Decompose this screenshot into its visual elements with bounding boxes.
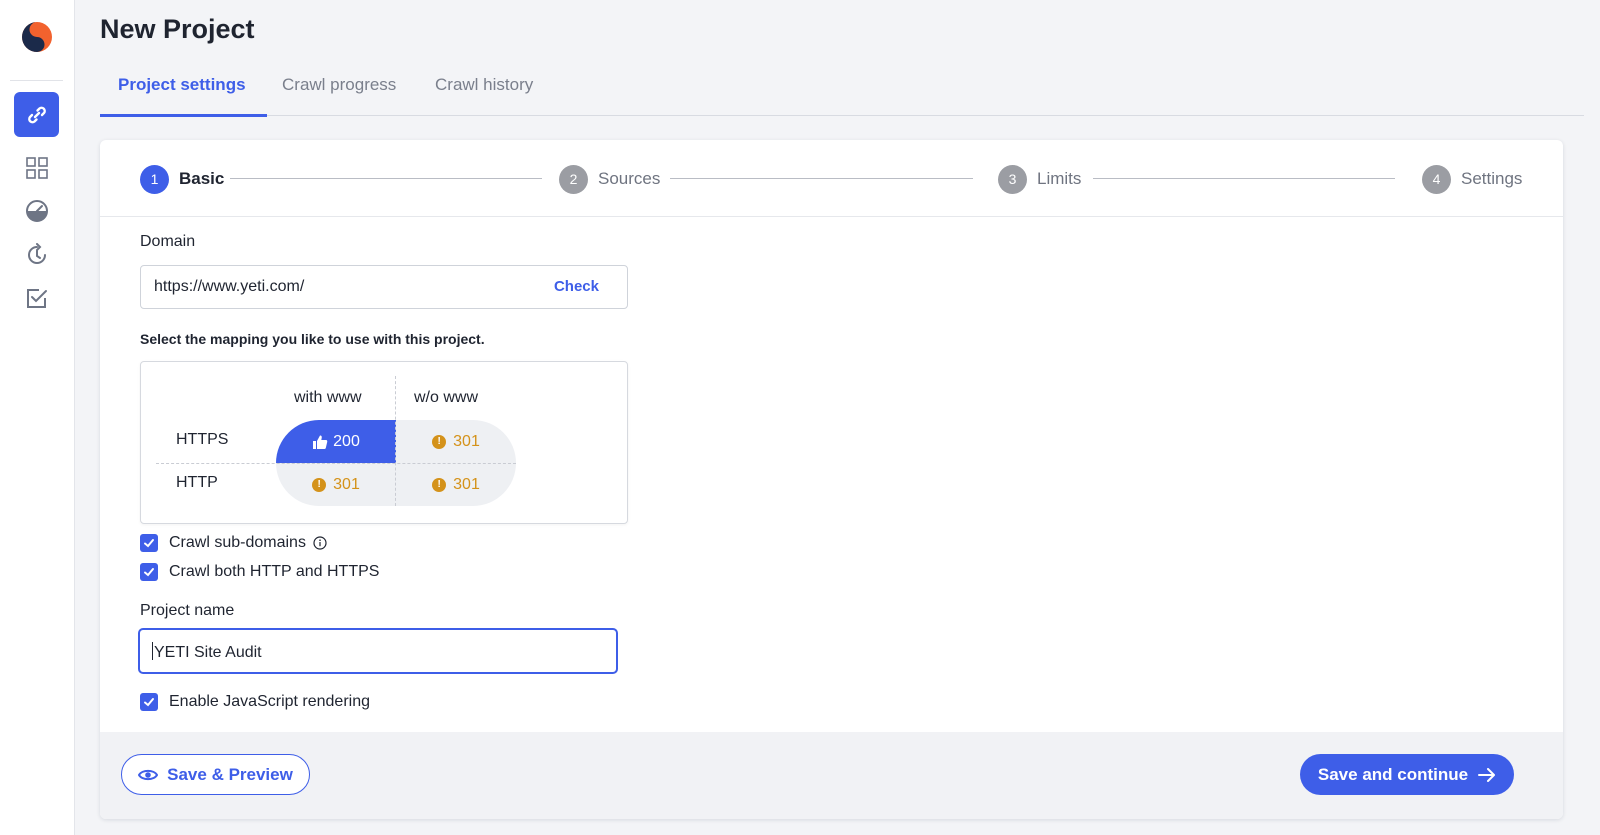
history-icon [27,242,46,264]
warning-icon: ! [312,477,327,492]
thumbs-up-icon [313,435,328,449]
step-limits[interactable]: 3 Limits [998,164,1081,194]
active-tab-indicator [100,114,267,117]
sidebar-item-tasks[interactable] [14,275,59,320]
stepper: 1 Basic 2 Sources 3 Limits 4 Settings [100,140,1563,217]
link-icon [27,106,46,123]
step-label: Settings [1461,169,1523,188]
crawl-both-checkbox[interactable] [140,563,158,581]
checkmark-icon [144,698,154,707]
text-caret [152,642,153,660]
js-rendering-checkbox[interactable] [140,693,158,711]
domain-input[interactable]: https://www.yeti.com/ Check [140,265,628,309]
status-code: 200 [333,432,360,450]
crawl-subdomains-checkbox[interactable] [140,534,158,552]
column-divider [395,376,396,506]
checkmark-icon [144,568,154,577]
sidebar-item-performance[interactable] [14,188,59,233]
tab-bar: Project settings Crawl progress Crawl hi… [100,60,1584,117]
info-icon[interactable] [313,536,327,550]
sidebar-item-projects[interactable] [14,92,59,137]
project-settings-card: 1 Basic 2 Sources 3 Limits 4 Settings Do… [100,140,1563,819]
warning-icon: ! [432,477,447,492]
sidebar-item-history[interactable] [14,232,59,277]
mapping-option-http-www[interactable]: ! 301 [276,463,396,506]
card-footer: Save & Preview Save and continue [100,732,1563,819]
eye-icon [138,769,159,780]
page-title: New Project [100,14,255,44]
step-connector [1093,178,1395,179]
step-label: Basic [179,169,225,188]
step-connector [230,178,542,179]
crawl-both-label: Crawl both HTTP and HTTPS [169,563,380,580]
project-name-value: YETI Site Audit [152,642,262,662]
tab-project-settings[interactable]: Project settings [118,75,246,95]
status-code: 301 [453,432,480,450]
mapping-option-https-www[interactable]: 200 [276,420,396,463]
status-code: 301 [453,475,480,493]
js-rendering-label: Enable JavaScript rendering [169,693,371,710]
step-label: Limits [1037,169,1082,188]
step-sources[interactable]: 2 Sources [559,164,660,194]
crawl-subdomains-label: Crawl sub-domains [169,534,306,551]
project-name-input[interactable]: YETI Site Audit [138,628,618,674]
domain-value: https://www.yeti.com/ [154,278,305,295]
check-domain-button[interactable]: Check [554,278,599,295]
save-continue-button[interactable]: Save and continue [1300,754,1514,795]
crawl-both-option[interactable]: Crawl both HTTP and HTTPS [140,562,379,582]
step-basic[interactable]: 1 Basic [140,164,224,194]
step-settings[interactable]: 4 Settings [1422,164,1522,194]
arrow-right-icon [1478,767,1496,782]
save-preview-label: Save & Preview [167,764,293,784]
app-logo-icon[interactable] [20,20,54,54]
row-label-https: HTTPS [176,431,229,448]
project-name-label: Project name [140,602,235,619]
mapping-option-http-no-www[interactable]: ! 301 [396,463,516,506]
mapping-option-https-no-www[interactable]: ! 301 [396,420,516,463]
sidebar-item-dashboard[interactable] [14,145,59,190]
checkmark-icon [144,539,154,548]
step-label: Sources [598,169,661,188]
grid-icon [25,156,48,179]
column-header-with-www: with www [294,389,362,406]
tab-crawl-history[interactable]: Crawl history [435,75,533,95]
sidebar [0,0,75,835]
checkbox-icon [26,288,47,308]
tab-crawl-progress[interactable]: Crawl progress [282,75,396,95]
step-number: 3 [998,164,1027,194]
gauge-icon [25,199,48,222]
crawl-subdomains-option[interactable]: Crawl sub-domains [140,533,327,553]
step-number: 2 [559,164,588,194]
column-header-without-www: w/o www [414,389,479,406]
step-number: 1 [140,164,169,194]
sidebar-divider [10,80,63,81]
mapping-table: with www w/o www HTTPS HTTP 200 ! 301 ! … [140,361,628,524]
step-connector [670,178,973,179]
status-code: 301 [333,475,360,493]
row-label-http: HTTP [176,474,218,491]
project-name-text: YETI Site Audit [154,644,262,661]
row-divider [156,463,516,464]
domain-label: Domain [140,233,196,250]
js-rendering-option[interactable]: Enable JavaScript rendering [140,692,370,712]
mapping-hint: Select the mapping you like to use with … [140,331,485,347]
save-continue-label: Save and continue [1317,764,1469,784]
warning-icon: ! [432,434,447,449]
step-number: 4 [1422,164,1451,194]
save-preview-button[interactable]: Save & Preview [121,754,310,795]
